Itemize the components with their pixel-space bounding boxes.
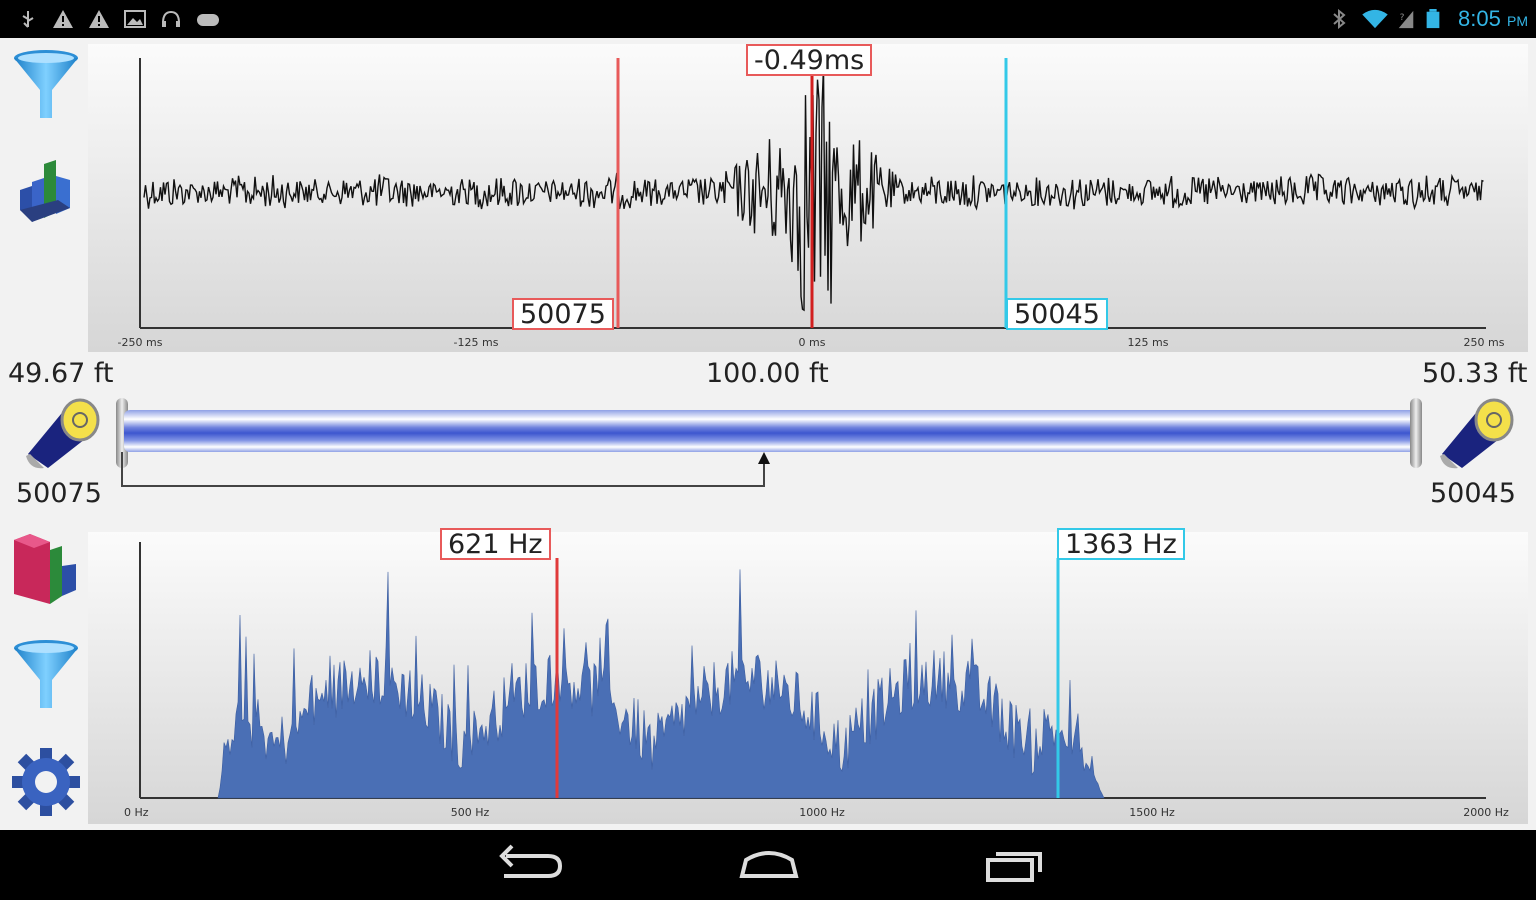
- left-sensor-icon[interactable]: [22, 394, 102, 470]
- wifi-icon: [1362, 9, 1388, 29]
- x-tick-label: 1000 Hz: [799, 806, 845, 819]
- left-distance: 49.67 ft: [8, 358, 114, 389]
- headset-icon: [162, 10, 180, 27]
- battery-icon: [1426, 9, 1440, 29]
- right-sensor-id: 50045: [1430, 478, 1516, 509]
- gamepad-icon: [197, 14, 219, 26]
- bar-chart-blue-icon[interactable]: [12, 160, 80, 236]
- filter-icon[interactable]: [12, 48, 80, 124]
- x-tick-label: 0 Hz: [124, 806, 149, 819]
- x-tick-label: 2000 Hz: [1463, 806, 1509, 819]
- right-sensor-icon[interactable]: [1436, 394, 1516, 470]
- x-tick-label: 500 Hz: [451, 806, 490, 819]
- time-domain-chart[interactable]: -250 ms -125 ms 0 ms 125 ms 250 ms: [88, 44, 1528, 352]
- spectrum-area: [217, 569, 1105, 799]
- right-cursor-label: 50045: [1006, 298, 1108, 330]
- pipe-length: 100.00 ft: [706, 358, 829, 389]
- time-domain-panel: -250 ms -125 ms 0 ms 125 ms 250 ms: [88, 44, 1528, 352]
- clock-time: 8:05: [1458, 6, 1501, 31]
- x-tick-label: 250 ms: [1464, 336, 1505, 349]
- navigation-bar: [0, 830, 1536, 900]
- status-bar: ? 8:05 PM: [0, 0, 1536, 38]
- x-tick-label: 0 ms: [799, 336, 826, 349]
- x-tick-label: 1500 Hz: [1129, 806, 1175, 819]
- signal-icon: ?: [1398, 10, 1414, 29]
- leak-position-marker[interactable]: [116, 452, 776, 492]
- home-icon[interactable]: [724, 840, 814, 890]
- left-sensor-id: 50075: [16, 478, 102, 509]
- left-freq-cursor-label: 621 Hz: [440, 528, 551, 560]
- bar-chart-red-icon[interactable]: [12, 530, 80, 606]
- recent-apps-icon[interactable]: [970, 840, 1060, 890]
- settings-gear-icon[interactable]: [12, 744, 80, 820]
- x-tick-label: -250 ms: [118, 336, 163, 349]
- right-distance: 50.33 ft: [1422, 358, 1528, 389]
- warning-icon: [53, 10, 73, 28]
- x-tick-label: -125 ms: [454, 336, 499, 349]
- svg-text:?: ?: [1400, 13, 1405, 23]
- left-cursor-label: 50075: [512, 298, 614, 330]
- clock: 8:05 PM: [1458, 6, 1528, 34]
- x-tick-label: 125 ms: [1128, 336, 1169, 349]
- usb-icon: [22, 11, 34, 28]
- frequency-spectrum-chart[interactable]: 0 Hz 500 Hz 1000 Hz 1500 Hz 2000 Hz: [88, 532, 1528, 824]
- delay-label: -0.49ms: [746, 44, 873, 76]
- frequency-spectrum-panel: 0 Hz 500 Hz 1000 Hz 1500 Hz 2000 Hz: [88, 532, 1528, 824]
- pipe-graphic: [124, 410, 1416, 452]
- back-icon[interactable]: [480, 840, 570, 890]
- warning-icon: [89, 10, 109, 28]
- clock-ampm: PM: [1507, 13, 1528, 29]
- filter-icon[interactable]: [12, 638, 80, 714]
- waveform-trace: [143, 66, 1484, 312]
- bluetooth-icon: [1333, 9, 1346, 29]
- right-freq-cursor-label: 1363 Hz: [1057, 528, 1185, 560]
- image-icon: [124, 10, 146, 28]
- pipe-right-cap: [1410, 398, 1422, 468]
